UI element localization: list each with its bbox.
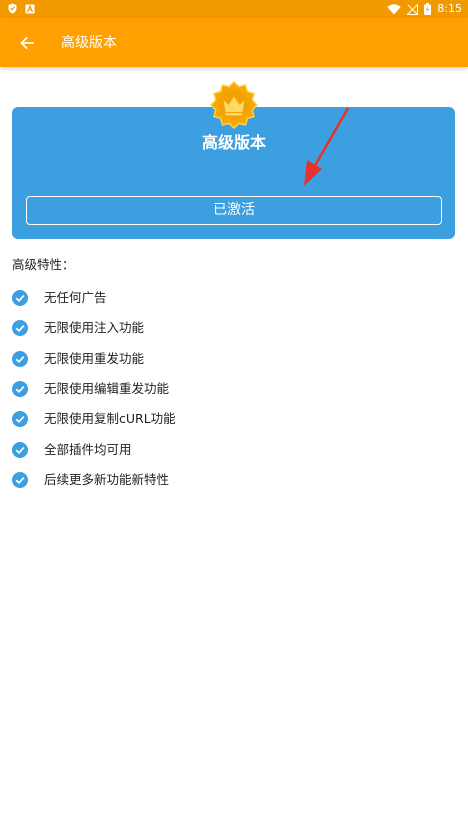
- page-title: 高级版本: [61, 35, 117, 51]
- check-circle-icon: [12, 471, 28, 488]
- feature-label: 全部插件均可用: [44, 441, 132, 457]
- check-circle-icon: [12, 381, 28, 398]
- arrow-left-icon: [20, 36, 34, 50]
- check-circle-icon: [12, 320, 28, 337]
- check-circle-icon: [12, 411, 28, 428]
- status-time: 8:15: [437, 2, 462, 15]
- feature-label: 无限使用重发功能: [44, 350, 145, 366]
- shield-icon: [8, 3, 17, 14]
- check-circle-icon: [12, 350, 28, 367]
- feature-item: 后续更多新功能新特性: [12, 465, 452, 495]
- status-right-icons: 8:15: [387, 2, 462, 16]
- card-title: 高级版本: [201, 133, 266, 152]
- feature-item: 无限使用复制cURL功能: [12, 404, 452, 434]
- features-heading: 高级特性：: [12, 257, 75, 272]
- feature-label: 无限使用注入功能: [44, 320, 145, 336]
- signal-off-icon: [407, 3, 419, 15]
- crown-badge-icon: [210, 81, 258, 129]
- check-circle-icon: [12, 290, 28, 307]
- feature-label: 无限使用编辑重发功能: [44, 381, 170, 397]
- check-circle-icon: [12, 441, 28, 458]
- feature-item: 无限使用注入功能: [12, 313, 452, 343]
- feature-label: 无限使用复制cURL功能: [44, 411, 176, 427]
- feature-item: 全部插件均可用: [12, 434, 452, 464]
- wifi-icon: [387, 3, 401, 14]
- feature-list: 无任何广告 无限使用注入功能 无限使用重发功能 无限使用编辑重发功能 无限使用复…: [12, 283, 452, 495]
- a-letter-icon: [25, 3, 35, 13]
- app-bar: 高级版本: [0, 18, 468, 67]
- feature-label: 后续更多新功能新特性: [44, 471, 170, 487]
- status-bar: 8:15: [0, 0, 468, 18]
- feature-item: 无任何广告: [12, 283, 452, 313]
- activated-button[interactable]: 已激活: [26, 196, 442, 225]
- feature-item: 无限使用重发功能: [12, 344, 452, 374]
- status-left-icons: [8, 3, 35, 14]
- back-button[interactable]: [14, 30, 40, 56]
- battery-charging-icon: [424, 3, 432, 15]
- feature-label: 无任何广告: [44, 290, 107, 306]
- feature-item: 无限使用编辑重发功能: [12, 374, 452, 404]
